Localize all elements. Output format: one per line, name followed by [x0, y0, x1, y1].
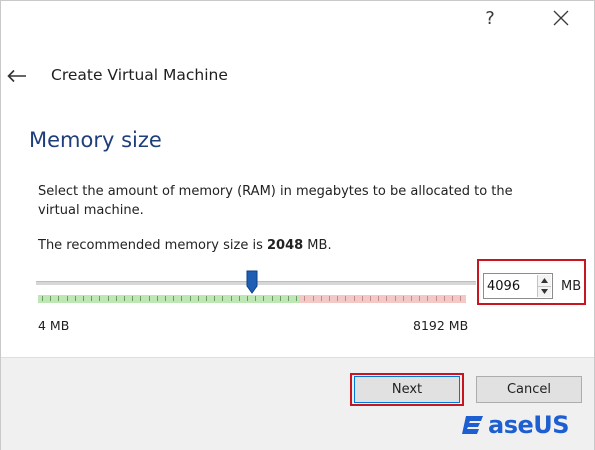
recommended-prefix: The recommended memory size is [38, 238, 267, 253]
memory-unit-label: MB [561, 279, 582, 294]
scale-tick [239, 296, 240, 301]
scale-tick [67, 296, 68, 301]
memory-scale [38, 295, 466, 303]
scale-tick [124, 296, 125, 301]
back-arrow-icon [7, 69, 26, 83]
scale-tick [42, 296, 43, 301]
spin-up-button[interactable] [537, 275, 551, 286]
chevron-up-icon [541, 277, 548, 283]
scale-tick [116, 296, 117, 301]
easeus-watermark: aseUS [461, 409, 570, 441]
scale-tick [436, 296, 437, 301]
wizard-title: Create Virtual Machine [51, 66, 228, 84]
memory-spinbox[interactable] [483, 273, 553, 299]
back-button[interactable] [7, 65, 31, 87]
help-icon: ? [485, 7, 495, 29]
memory-description: Select the amount of memory (RAM) in meg… [38, 184, 513, 218]
cancel-button[interactable]: Cancel [476, 376, 582, 403]
scale-tick [452, 296, 453, 301]
scale-tick [58, 296, 59, 301]
scale-tick [329, 296, 330, 301]
slider-min-label: 4 MB [38, 318, 70, 333]
memory-slider-thumb[interactable] [246, 270, 258, 294]
scale-tick [395, 296, 396, 301]
scale-tick [321, 296, 322, 301]
recommended-value: 2048 [266, 238, 304, 253]
scale-tick [132, 296, 133, 301]
scale-tick [50, 296, 51, 301]
recommended-memory-text: The recommended memory size is 2048 MB. [38, 238, 332, 253]
next-button[interactable]: Next [354, 376, 460, 403]
recommended-suffix: MB. [303, 238, 332, 253]
scale-tick [444, 296, 445, 301]
scale-tick [345, 296, 346, 301]
scale-tick [231, 296, 232, 301]
scale-tick [460, 296, 461, 301]
close-icon [553, 10, 569, 26]
scale-tick [99, 296, 100, 301]
scale-tick [427, 296, 428, 301]
scale-tick [173, 296, 174, 301]
scale-tick [362, 296, 363, 301]
scale-tick [403, 296, 404, 301]
scale-tick [337, 296, 338, 301]
scale-tick [198, 296, 199, 301]
scale-tick [272, 296, 273, 301]
scale-tick [370, 296, 371, 301]
scale-tick [190, 296, 191, 301]
page-title: Memory size [29, 128, 162, 152]
scale-tick [214, 296, 215, 301]
scale-tick [378, 296, 379, 301]
scale-tick [83, 296, 84, 301]
easeus-logo-icon [462, 416, 483, 434]
memory-scale-ticks [38, 296, 466, 302]
scale-tick [296, 296, 297, 301]
close-button[interactable] [541, 4, 581, 32]
scale-tick [222, 296, 223, 301]
scale-tick [386, 296, 387, 301]
help-button[interactable]: ? [470, 4, 510, 32]
scale-tick [140, 296, 141, 301]
scale-tick [313, 296, 314, 301]
scale-tick [75, 296, 76, 301]
scale-tick [304, 296, 305, 301]
scale-tick [280, 296, 281, 301]
scale-tick [108, 296, 109, 301]
scale-tick [181, 296, 182, 301]
scale-tick [263, 296, 264, 301]
scale-tick [255, 296, 256, 301]
memory-input[interactable] [484, 274, 539, 298]
slider-max-label: 8192 MB [413, 318, 469, 333]
scale-tick [288, 296, 289, 301]
scale-tick [411, 296, 412, 301]
scale-tick [149, 296, 150, 301]
scale-tick [157, 296, 158, 301]
scale-tick [247, 296, 248, 301]
scale-tick [206, 296, 207, 301]
spin-down-button[interactable] [537, 285, 551, 297]
watermark-text: aseUS [488, 411, 570, 439]
scale-tick [91, 296, 92, 301]
scale-tick [165, 296, 166, 301]
scale-tick [419, 296, 420, 301]
scale-tick [354, 296, 355, 301]
chevron-down-icon [541, 289, 548, 295]
